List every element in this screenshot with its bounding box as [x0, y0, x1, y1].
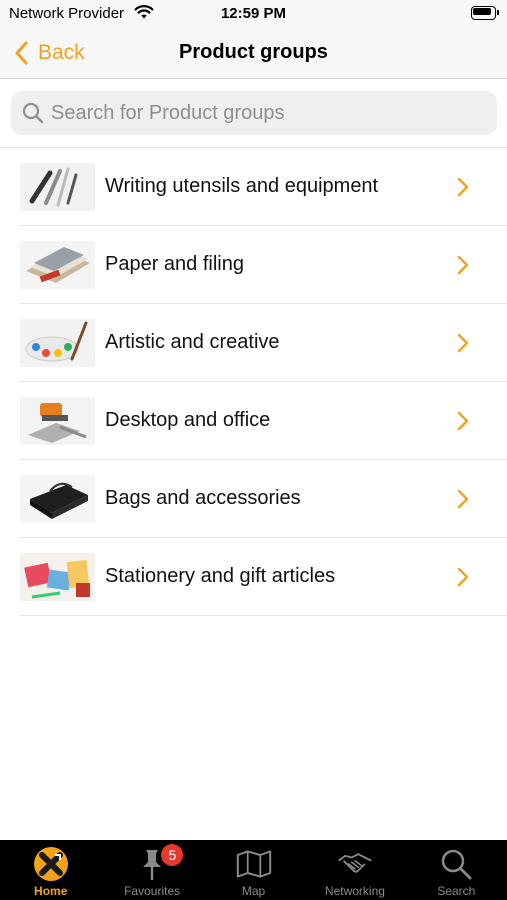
search-input[interactable] [51, 101, 471, 125]
tab-map[interactable]: Map [203, 840, 304, 900]
list-item-artistic-creative[interactable]: Artistic and creative [20, 304, 507, 382]
search-icon [22, 102, 44, 124]
status-time: 12:59 PM [220, 5, 287, 22]
bag-thumbnail [20, 474, 95, 523]
tab-bar: Home 5 Favourites Map Networking Search [0, 840, 507, 900]
tab-search[interactable]: Search [406, 840, 507, 900]
pens-thumbnail [20, 162, 95, 211]
paper-thumbnail [20, 240, 95, 289]
tab-home[interactable]: Home [0, 840, 101, 900]
list-item-label: Artistic and creative [105, 331, 280, 353]
list-item-label: Desktop and office [105, 409, 271, 431]
chevron-right-icon [457, 255, 469, 274]
list-item-writing-utensils[interactable]: Writing utensils and equipment [20, 148, 507, 226]
list-item-label: Bags and accessories [105, 487, 301, 509]
list-item-label: Stationery and gift articles [105, 565, 336, 587]
page-title: Product groups [179, 41, 328, 63]
chevron-right-icon [457, 177, 469, 196]
chevron-right-icon [457, 567, 469, 586]
tab-favourites[interactable]: 5 Favourites [101, 840, 202, 900]
chevron-right-icon [457, 333, 469, 352]
search-section [0, 79, 507, 148]
list-item-paper-filing[interactable]: Paper and filing [20, 226, 507, 304]
search-icon [438, 846, 474, 882]
tab-label: Search [437, 884, 476, 898]
list-item-desktop-office[interactable]: Desktop and office [20, 382, 507, 460]
home-icon [33, 846, 69, 882]
gifts-thumbnail [20, 552, 95, 601]
list-item-label: Paper and filing [105, 253, 244, 275]
tab-label: Map [241, 884, 266, 898]
paints-thumbnail [20, 318, 95, 367]
chevron-right-icon [457, 411, 469, 430]
chevron-right-icon [457, 489, 469, 508]
battery-icon [471, 6, 499, 20]
list-item-stationery-gifts[interactable]: Stationery and gift articles [20, 538, 507, 616]
stapler-thumbnail [20, 396, 95, 445]
favourites-badge: 5 [161, 844, 184, 866]
search-bar[interactable] [11, 91, 497, 135]
tab-label: Favourites [124, 884, 181, 898]
handshake-icon [337, 846, 373, 882]
map-icon [236, 846, 272, 882]
tab-networking[interactable]: Networking [304, 840, 405, 900]
list-item-label: Writing utensils and equipment [105, 175, 379, 197]
product-group-list: Writing utensils and equipment Paper and… [0, 148, 507, 616]
tab-label: Home [34, 884, 68, 898]
status-bar: Network Provider 12:59 PM [0, 0, 507, 28]
list-item-bags-accessories[interactable]: Bags and accessories [20, 460, 507, 538]
tab-label: Networking [324, 884, 385, 898]
navigation-bar: Back Product groups [0, 28, 507, 79]
